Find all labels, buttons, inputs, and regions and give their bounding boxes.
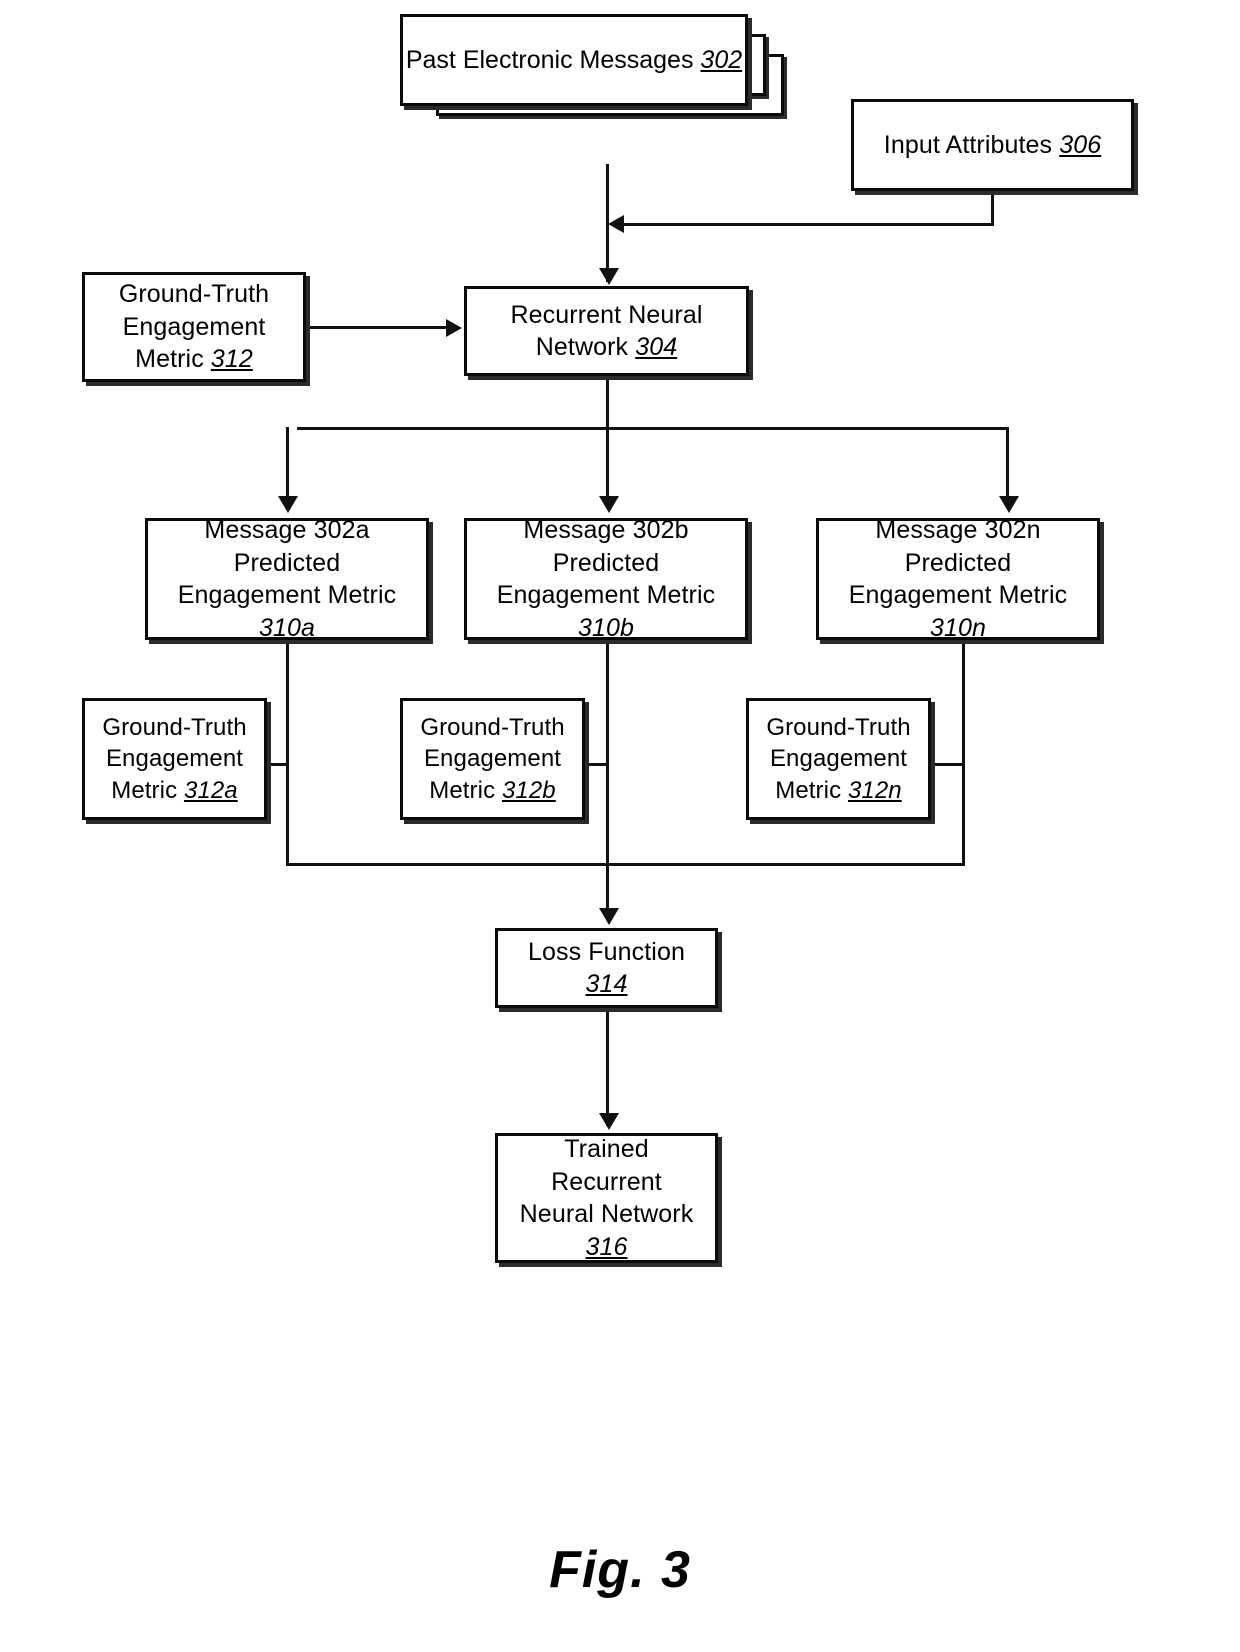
ref-316: 316 <box>585 1232 628 1261</box>
ref-310a: 310a <box>258 613 315 642</box>
p310b-line2: Engagement Metric <box>496 581 716 609</box>
connector-312b-stub <box>585 763 608 766</box>
past-electronic-messages-box: Past Electronic Messages 302 <box>400 14 748 106</box>
connector-306-down <box>991 191 994 226</box>
p310a-line2: Engagement Metric <box>177 581 397 609</box>
rnn-line1: Recurrent Neural <box>510 300 703 329</box>
connector-bus-to-310a <box>286 427 289 502</box>
arrowhead-302-into-rnn <box>599 268 619 285</box>
arrowhead-into-trained-rnn <box>599 1113 619 1130</box>
ground-truth-metric-312a-label: Ground-Truth Engagement Metric 312a <box>102 712 246 806</box>
predicted-metric-310a-label: Message 302a Predicted Engagement Metric… <box>158 514 416 644</box>
ground-truth-metric-312n-box: Ground-Truth Engagement Metric 312n <box>746 698 931 820</box>
connector-312-to-rnn <box>306 326 447 329</box>
ref-306: 306 <box>1059 130 1102 159</box>
trained-recurrent-neural-network-box: Trained Recurrent Neural Network 316 <box>495 1133 718 1263</box>
predicted-metric-310b-box: Message 302b Predicted Engagement Metric… <box>464 516 748 642</box>
ref-312: 312 <box>210 345 253 374</box>
trained-rnn-line1: Trained Recurrent <box>551 1135 662 1196</box>
ref-312b: 312b <box>501 776 556 804</box>
predicted-metric-310n-box: Message 302n Predicted Engagement Metric… <box>816 516 1100 642</box>
connector-306-to-main <box>622 223 994 226</box>
ref-312n: 312n <box>847 776 902 804</box>
connector-rnn-down-to-bus <box>606 376 609 430</box>
connector-bus-to-310b <box>606 427 609 502</box>
past-electronic-messages-label: Past Electronic Messages 302 <box>405 45 743 74</box>
p310a-line1: Message 302a Predicted <box>204 516 370 577</box>
loss-function-box: Loss Function 314 <box>495 928 718 1008</box>
arrowhead-into-310n <box>999 496 1019 513</box>
rnn-line2: Network 304 <box>535 333 678 361</box>
connector-312a-stub <box>267 763 288 766</box>
p310b-line1: Message 302b Predicted <box>523 516 689 577</box>
ground-truth-metric-312b-box: Ground-Truth Engagement Metric 312b <box>400 698 585 820</box>
gt312b-line3: Metric 312b <box>429 776 556 804</box>
gt312b-line2: Engagement <box>423 745 562 773</box>
p310n-line1: Message 302n Predicted <box>875 516 1041 577</box>
trained-rnn-line2: Neural Network <box>519 1200 694 1228</box>
recurrent-neural-network-box: Recurrent Neural Network 304 <box>464 286 749 376</box>
ground-truth-metric-312-box: Ground-Truth Engagement Metric 312 <box>82 272 306 382</box>
convergence-bus-bottom <box>286 863 965 866</box>
arrowhead-into-loss-function <box>599 908 619 925</box>
past-electronic-messages-stack: Past Electronic Messages 302 <box>400 14 790 164</box>
recurrent-neural-network-label: Recurrent Neural Network 304 <box>511 299 703 364</box>
gt312a-line3: Metric 312a <box>111 776 238 804</box>
ground-truth-metric-312-label: Ground-Truth Engagement Metric 312 <box>119 278 269 376</box>
arrowhead-312-into-rnn <box>446 319 462 337</box>
figure-caption: Fig. 3 <box>549 1541 691 1599</box>
gt312-line2: Engagement <box>122 312 266 341</box>
arrowhead-into-310b <box>599 496 619 513</box>
connector-310n-down <box>962 640 965 866</box>
p310n-line2: Engagement Metric <box>848 581 1068 609</box>
gt312a-line2: Engagement <box>105 745 244 773</box>
arrowhead-306-into-main <box>608 215 624 233</box>
distribution-bus-top <box>297 427 1008 430</box>
gt312-line3: Metric 312 <box>135 345 253 374</box>
connector-loss-to-trained <box>606 1008 609 1126</box>
gt312a-line1: Ground-Truth <box>102 714 247 742</box>
figure-canvas: Past Electronic Messages 302 Input Attri… <box>0 0 1240 1652</box>
connector-bus-to-310n <box>1006 427 1009 502</box>
ground-truth-metric-312a-box: Ground-Truth Engagement Metric 312a <box>82 698 267 820</box>
ref-310b: 310b <box>577 613 634 642</box>
ref-310n: 310n <box>929 613 986 642</box>
gt312-line1: Ground-Truth <box>118 280 270 309</box>
arrowhead-into-310a <box>278 496 298 513</box>
gt312b-line1: Ground-Truth <box>420 714 565 742</box>
ref-312a: 312a <box>183 776 238 804</box>
ref-302: 302 <box>700 45 743 74</box>
loss-function-label: Loss Function 314 <box>528 937 685 999</box>
connector-310b-down <box>606 640 609 866</box>
ref-314: 314 <box>585 970 628 998</box>
ground-truth-metric-312n-label: Ground-Truth Engagement Metric 312n <box>766 712 910 806</box>
ground-truth-metric-312b-label: Ground-Truth Engagement Metric 312b <box>420 712 564 806</box>
trained-recurrent-neural-network-label: Trained Recurrent Neural Network 316 <box>508 1133 705 1263</box>
predicted-metric-310a-box: Message 302a Predicted Engagement Metric… <box>145 516 429 642</box>
predicted-metric-310n-label: Message 302n Predicted Engagement Metric… <box>829 514 1087 644</box>
input-attributes-box: Input Attributes 306 <box>851 99 1134 191</box>
gt312n-line3: Metric 312n <box>775 776 902 804</box>
ref-304: 304 <box>635 333 678 361</box>
gt312n-line2: Engagement <box>769 745 908 773</box>
gt312n-line1: Ground-Truth <box>766 714 911 742</box>
predicted-metric-310b-label: Message 302b Predicted Engagement Metric… <box>477 514 735 644</box>
connector-312n-stub <box>931 763 964 766</box>
connector-310a-down <box>286 640 289 866</box>
input-attributes-label: Input Attributes 306 <box>883 130 1102 159</box>
